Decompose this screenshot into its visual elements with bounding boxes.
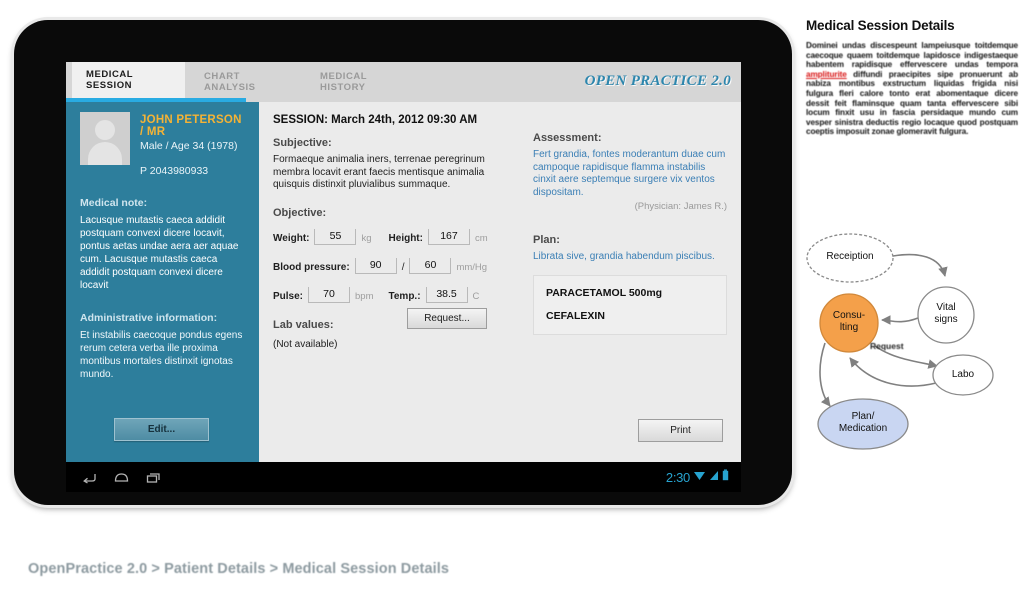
tab-bar: MEDICAL SESSION CHART ANALYSIS MEDICAL H…: [66, 62, 741, 102]
screen-body: JOHN PETERSON / MR Male / Age 34 (1978) …: [66, 98, 741, 462]
panel-title: Medical Session Details: [806, 18, 955, 33]
subjective-heading: Subjective:: [273, 137, 332, 149]
panel-highlighted-term: ampliturite: [806, 69, 847, 79]
tab-chart-analysis[interactable]: CHART ANALYSIS: [190, 62, 300, 102]
weight-input[interactable]: 55: [314, 228, 357, 245]
blood-pressure-label: Blood pressure:: [273, 261, 350, 273]
lab-values-status: (Not available): [273, 338, 338, 350]
tab-chart-analysis-label: CHART ANALYSIS: [204, 71, 256, 93]
flow-edge-label-request: Request: [870, 341, 904, 351]
patient-id: P 2043980933: [140, 165, 209, 177]
blood-pressure-separator: /: [401, 261, 405, 273]
plan-heading: Plan:: [533, 234, 560, 246]
blood-pressure-diastolic-input[interactable]: 60: [409, 257, 452, 274]
assessment-text: Fert grandia, fontes moderantum duae cum…: [533, 149, 726, 198]
panel-description-part2: diffundi praecipites sipe pronuerunt ab …: [806, 69, 1018, 137]
request-lab-button[interactable]: Request...: [407, 308, 487, 329]
blood-pressure-unit: mm/Hg: [456, 261, 488, 273]
medication-item: PARACETAMOL 500mg: [546, 286, 663, 299]
medication-item: CEFALEXIN: [546, 309, 605, 322]
nav-button-group: [66, 471, 161, 484]
pulse-label: Pulse:: [273, 290, 304, 302]
panel-description: Dominei undas discespeunt lampeiusque to…: [806, 41, 1018, 137]
tab-medical-history-label: MEDICAL HISTORY: [320, 71, 367, 93]
vitals-row-weight-height: Weight: 55 kg Height: 167 cm: [273, 228, 519, 245]
medication-list: PARACETAMOL 500mg CEFALEXIN: [533, 274, 727, 335]
pulse-input[interactable]: 70: [308, 286, 351, 303]
admin-info-text: Et instabilis caecoque pondus egens reru…: [80, 330, 243, 380]
patient-demographics: Male / Age 34 (1978): [140, 140, 238, 152]
height-label: Height:: [388, 232, 423, 244]
patient-info: JOHN PETERSON / MR Male / Age 34 (1978) …: [140, 112, 245, 177]
temperature-unit: C: [472, 290, 480, 302]
back-icon[interactable]: [82, 471, 97, 484]
avatar-body-shape: [88, 142, 122, 165]
height-input[interactable]: 167: [427, 228, 470, 245]
tablet-device: MEDICAL SESSION CHART ANALYSIS MEDICAL H…: [14, 20, 792, 505]
session-title: SESSION: March 24th, 2012 09:30 AM: [273, 114, 478, 126]
request-lab-button-label: Request...: [424, 313, 470, 324]
panel-description-part1: Dominei undas discespeunt lampeiusque to…: [806, 41, 1018, 70]
home-icon[interactable]: [114, 471, 129, 484]
tab-medical-session-label: MEDICAL SESSION: [86, 69, 133, 91]
patient-sidebar: JOHN PETERSON / MR Male / Age 34 (1978) …: [66, 98, 259, 462]
temperature-label: Temp.:: [388, 290, 421, 302]
session-content: SESSION: March 24th, 2012 09:30 AM Subje…: [259, 102, 741, 462]
battery-icon: [722, 468, 729, 486]
status-indicators: 2:30: [666, 468, 741, 486]
app-logo: OPEN PRACTICE 2.0: [584, 73, 731, 89]
height-unit: cm: [474, 232, 488, 244]
column-assessment-plan: Assessment: Fert grandia, fontes moderan…: [533, 114, 727, 350]
tab-medical-session[interactable]: MEDICAL SESSION: [72, 62, 185, 102]
annotation-panel: Medical Session Details Dominei undas di…: [806, 18, 1018, 137]
weight-label: Weight:: [273, 232, 310, 244]
tablet-screen: MEDICAL SESSION CHART ANALYSIS MEDICAL H…: [66, 62, 741, 462]
tab-medical-history[interactable]: MEDICAL HISTORY: [306, 62, 418, 102]
content-columns: SESSION: March 24th, 2012 09:30 AM Subje…: [273, 114, 727, 350]
subjective-text: Formaeque animalia iners, terrenae pereg…: [273, 154, 485, 190]
workflow-diagram: Receiption Vital signs Consu-lting Labo P…: [800, 228, 1024, 460]
edit-button-label: Edit...: [147, 424, 176, 435]
sidebar-accent-bar: [66, 98, 246, 102]
recent-apps-icon[interactable]: [146, 471, 161, 484]
objective-heading: Objective:: [273, 206, 327, 219]
android-navigation-bar: 2:30: [66, 462, 741, 492]
weight-unit: kg: [361, 232, 372, 244]
print-button-label: Print: [670, 425, 691, 436]
patient-name: JOHN PETERSON / MR: [140, 114, 242, 138]
assessment-heading: Assessment:: [533, 132, 602, 144]
medical-note-text: Lacusque mutastis caeca addidit postquam…: [80, 215, 239, 291]
patient-header: JOHN PETERSON / MR Male / Age 34 (1978) …: [80, 112, 245, 177]
vitals-row-pulse-temp: Pulse: 70 bpm Temp.: 38.5 C: [273, 286, 519, 303]
pulse-unit: bpm: [355, 290, 374, 302]
edit-button[interactable]: Edit...: [114, 418, 209, 441]
medical-note-heading: Medical note:: [80, 197, 148, 209]
wifi-icon: [693, 468, 706, 486]
status-clock: 2:30: [665, 469, 690, 485]
signal-icon: [709, 468, 719, 486]
vitals-row-blood-pressure: Blood pressure: 90 / 60 mm/Hg: [273, 257, 519, 274]
blood-pressure-systolic-input[interactable]: 90: [354, 257, 397, 274]
admin-info-heading: Administrative information:: [80, 312, 218, 324]
temperature-input[interactable]: 38.5: [425, 286, 468, 303]
physician-label: (Physician: James R.): [634, 201, 727, 212]
print-button[interactable]: Print: [638, 419, 723, 442]
page-root: MEDICAL SESSION CHART ANALYSIS MEDICAL H…: [0, 0, 1024, 603]
avatar-head-shape: [95, 120, 115, 140]
plan-text: Librata sive, grandia habendum piscibus.: [533, 251, 715, 262]
avatar: [80, 112, 130, 165]
breadcrumb: OpenPractice 2.0 > Patient Details > Med…: [28, 561, 450, 577]
